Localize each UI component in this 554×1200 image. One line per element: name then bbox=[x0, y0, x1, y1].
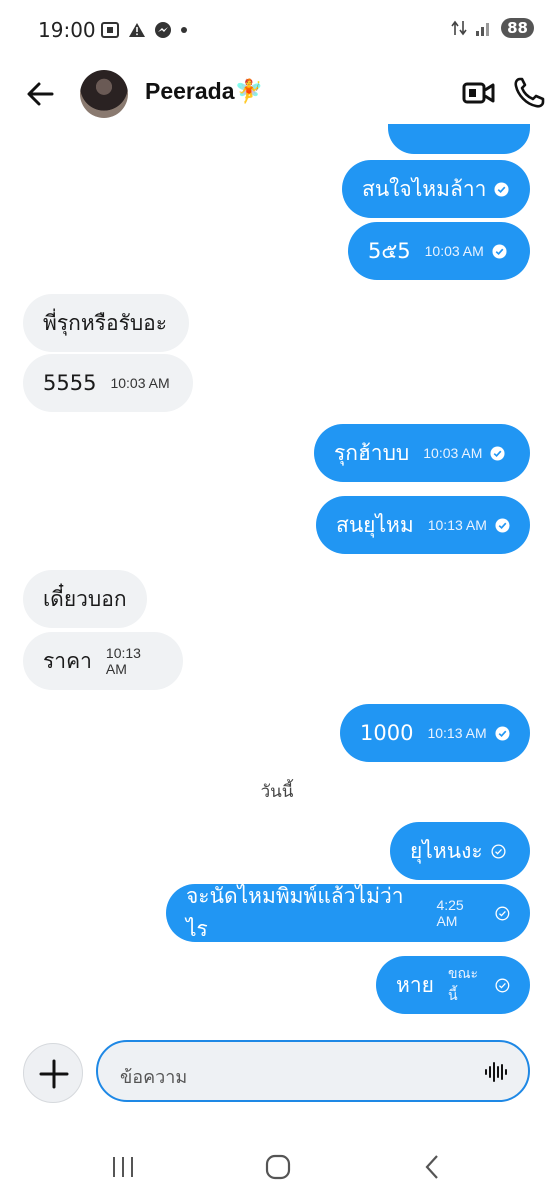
warning-icon bbox=[129, 23, 145, 37]
message-time: 10:03 AM bbox=[423, 445, 483, 461]
check-circle-icon bbox=[494, 181, 509, 197]
recent-apps-icon[interactable] bbox=[108, 1152, 138, 1182]
message-bubble-incoming[interactable]: พี่รุกหรือรับอะ bbox=[23, 294, 189, 352]
message-bubble-incoming[interactable]: 5555 10:03 AM bbox=[23, 354, 193, 412]
message-input-placeholder: ข้อความ bbox=[120, 1067, 188, 1088]
status-time: 19:00 bbox=[38, 18, 96, 42]
data-arrows-icon bbox=[451, 20, 467, 36]
message-bubble-partial bbox=[388, 124, 530, 154]
message-text: สนใจไหมล้าา bbox=[362, 176, 487, 201]
chat-header: Peerada🧚 bbox=[0, 62, 554, 126]
home-icon[interactable] bbox=[263, 1152, 293, 1182]
contact-name-text: Peerada bbox=[145, 78, 235, 104]
signal-icon bbox=[476, 23, 490, 36]
message-bubble-incoming[interactable]: เดี๋ยวบอก bbox=[23, 570, 147, 628]
message-time: 10:03 AM bbox=[110, 375, 170, 391]
check-circle-outline-icon bbox=[495, 978, 510, 992]
message-time: 10:03 AM bbox=[424, 243, 484, 259]
message-bubble-outgoing[interactable]: 5๕5 10:03 AM bbox=[348, 222, 530, 280]
check-circle-icon bbox=[495, 517, 510, 533]
battery-level: 88 bbox=[501, 18, 534, 38]
add-attachment-button[interactable] bbox=[23, 1043, 83, 1103]
status-bar: 19:00 88 bbox=[0, 0, 554, 62]
message-bubble-outgoing[interactable]: สนยุไหม 10:13 AM bbox=[316, 496, 530, 554]
message-text: หาย bbox=[396, 972, 434, 997]
system-indicators: 88 bbox=[451, 18, 534, 38]
notification-icons bbox=[100, 21, 188, 39]
message-text: รุกฮ้าบบ bbox=[334, 440, 410, 465]
message-time: 4:25 AM bbox=[436, 897, 464, 929]
message-bubble-outgoing[interactable]: ยุไหนงะ bbox=[390, 822, 530, 880]
dot-icon bbox=[181, 27, 187, 33]
video-camera-icon[interactable] bbox=[462, 78, 496, 108]
message-bubble-outgoing[interactable]: สนใจไหมล้าา bbox=[342, 160, 530, 218]
message-text: สนยุไหม bbox=[336, 512, 414, 537]
message-time: 10:13 AM bbox=[427, 517, 487, 533]
waveform-icon[interactable] bbox=[484, 1060, 508, 1084]
message-time: 10:13 AM bbox=[427, 725, 487, 741]
avatar[interactable] bbox=[80, 70, 128, 118]
date-separator: วันนี้ bbox=[260, 782, 294, 802]
phone-icon[interactable] bbox=[512, 76, 546, 110]
message-text: 5๕5 bbox=[368, 238, 411, 263]
back-nav-icon[interactable] bbox=[418, 1152, 448, 1182]
message-bubble-outgoing[interactable]: 1000 10:13 AM bbox=[340, 704, 530, 762]
message-bubble-outgoing[interactable]: รุกฮ้าบบ 10:03 AM bbox=[314, 424, 530, 482]
check-circle-outline-icon bbox=[491, 843, 506, 859]
message-time: ขณะนี้ bbox=[447, 965, 479, 1003]
system-navigation-bar bbox=[0, 1140, 554, 1200]
contact-name[interactable]: Peerada🧚 bbox=[145, 78, 263, 105]
message-bubble-outgoing[interactable]: จะนัดไหมพิมพ์แล้วไม่ว่าไร 4:25 AM bbox=[166, 884, 530, 942]
check-circle-icon bbox=[495, 725, 510, 741]
message-text: 5555 bbox=[43, 371, 97, 395]
message-text: ยุไหนงะ bbox=[410, 838, 483, 863]
screenshot-icon bbox=[101, 22, 119, 38]
message-time: 10:13 AM bbox=[105, 645, 141, 677]
message-text: เดี๋ยวบอก bbox=[43, 586, 127, 611]
messenger-icon bbox=[155, 22, 171, 38]
message-bubble-outgoing[interactable]: หาย ขณะนี้ bbox=[376, 956, 530, 1014]
check-circle-outline-icon bbox=[495, 906, 510, 920]
message-bubble-incoming[interactable]: ราคา 10:13 AM bbox=[23, 632, 183, 690]
message-text: จะนัดไหมพิมพ์แล้วไม่ว่าไร bbox=[186, 884, 404, 941]
check-circle-icon bbox=[492, 243, 507, 259]
check-circle-icon bbox=[490, 445, 505, 461]
fairy-emoji: 🧚 bbox=[234, 78, 264, 104]
message-input[interactable]: ข้อความ bbox=[96, 1040, 530, 1102]
message-text: พี่รุกหรือรับอะ bbox=[43, 310, 168, 335]
message-text: ราคา bbox=[43, 648, 92, 673]
arrow-left-icon[interactable] bbox=[22, 76, 58, 112]
plus-icon bbox=[39, 1059, 69, 1089]
message-text: 1000 bbox=[360, 721, 414, 745]
